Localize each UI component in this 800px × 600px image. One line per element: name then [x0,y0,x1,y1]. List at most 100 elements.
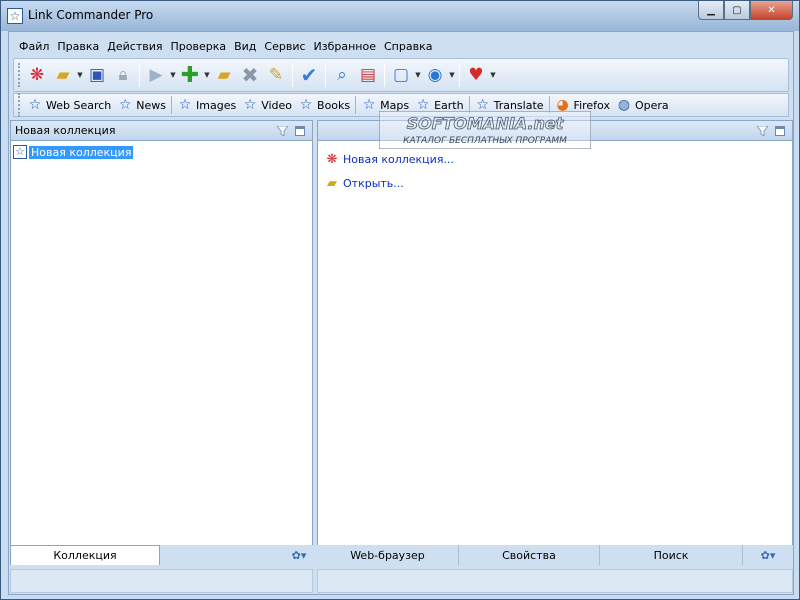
gear-icon[interactable]: ✿▾ [743,545,793,565]
tab-properties[interactable]: Свойства [459,545,600,565]
pane-maximize-icon[interactable] [772,123,788,138]
delete-x-icon: ✖ [241,63,259,87]
play-dropdown[interactable]: ▼ [169,71,177,79]
filter-icon[interactable] [274,123,290,138]
maximize-button[interactable]: ▢ [724,1,750,20]
tree-item-label: Новая коллекция [29,145,134,159]
minimize-button[interactable]: ▁ [698,1,724,20]
open-link-label: Открыть... [343,176,404,190]
open-dropdown[interactable]: ▼ [76,71,84,79]
find-document-icon: ▤ [359,65,377,85]
favorite-dropdown[interactable]: ▼ [489,71,497,79]
find-doc-button[interactable]: ▤ [355,62,381,88]
search-button[interactable]: ⌕ [329,62,355,88]
save-button[interactable]: ▣ [84,62,110,88]
checkmark-icon: ✔ [300,63,318,87]
menu-favorites[interactable]: Избранное [310,40,380,53]
new-collection-icon: ❋ [29,65,45,85]
magnifier-icon: ⌕ [337,65,347,85]
star-icon: ☆ [178,97,192,113]
title-bar[interactable]: ☆ Link Commander Pro ▁ ▢ ✕ [1,1,799,31]
star-icon: ☆ [28,97,42,113]
new-collection-link[interactable]: ❋ Новая коллекция... [324,147,792,171]
link-books[interactable]: ☆ Books [295,97,353,113]
linkbar-separator [171,96,173,114]
tree-item-collection[interactable]: ☆ Новая коллекция [13,145,134,159]
link-label: Maps [380,98,410,112]
star-icon: ☆ [243,97,257,113]
status-bar-right [317,569,793,593]
menu-edit[interactable]: Правка [53,40,103,53]
check-button[interactable]: ✔ [296,62,322,88]
toolbar-separator [325,63,326,87]
add-dropdown[interactable]: ▼ [203,71,211,79]
folder-open-icon: ▰ [327,175,337,191]
link-label: Translate [493,98,544,112]
link-label: Web Search [46,98,112,112]
linkbar-grip[interactable] [18,93,21,117]
toolbar-separator [459,63,460,87]
menu-service[interactable]: Сервис [260,40,309,53]
window-preview-icon: ▢ [392,65,410,85]
collection-pane: Новая коллекция ☆ Новая коллекция [10,120,313,554]
main-toolbar: ❋ ▰ ▼ ▣ 🔒︎ ▶ ▼ ✚ ▼ ▰ ✖ ✎ ✔ ⌕ ▤ ▢ ▼ ◉ ▼ ♥… [13,58,789,92]
link-news[interactable]: ☆ News [114,97,169,113]
preview-button[interactable]: ▢ [388,62,414,88]
link-label: Video [261,98,293,112]
tab-collection[interactable]: Коллекция [10,545,160,565]
window-controls: ▁ ▢ ✕ [698,1,793,21]
toolbar-separator [139,63,140,87]
menu-help[interactable]: Справка [380,40,436,53]
filter-icon[interactable] [754,123,770,138]
link-web-search[interactable]: ☆ Web Search [24,97,114,113]
collection-pane-title: Новая коллекция [15,124,116,137]
menu-actions[interactable]: Действия [103,40,166,53]
lock-icon: 🔒︎ [118,65,128,85]
delete-button[interactable]: ✖ [237,62,263,88]
link-opera[interactable]: ◍ Opera [613,97,672,113]
browser-tabs: Web-браузер Свойства Поиск ✿▾ [317,545,793,565]
toolbar-separator [384,63,385,87]
folder-open-icon: ▰ [56,65,70,85]
menu-check[interactable]: Проверка [166,40,230,53]
link-label: Books [317,98,351,112]
edit-note-icon: ✎ [268,65,284,85]
tab-web-browser[interactable]: Web-браузер [317,545,459,565]
plus-icon: ✚ [180,62,200,88]
status-bar-left [10,569,313,593]
heart-icon: ♥ [468,65,484,85]
link-label: Earth [434,98,464,112]
preview-dropdown[interactable]: ▼ [414,71,422,79]
add-folder-button[interactable]: ▰ [211,62,237,88]
tab-search[interactable]: Поиск [600,545,743,565]
link-video[interactable]: ☆ Video [239,97,295,113]
add-button[interactable]: ✚ [177,62,203,88]
play-button[interactable]: ▶ [143,62,169,88]
link-label: News [136,98,167,112]
open-link[interactable]: ▰ Открыть... [324,171,792,195]
close-button[interactable]: ✕ [750,1,793,20]
toolbar-grip[interactable] [18,63,21,87]
link-images[interactable]: ☆ Images [174,97,239,113]
web-button[interactable]: ◉ [422,62,448,88]
star-icon: ☆ [119,97,132,113]
lock-button[interactable]: 🔒︎ [110,62,136,88]
link-label: Images [196,98,237,112]
edit-button[interactable]: ✎ [263,62,289,88]
web-dropdown[interactable]: ▼ [448,71,456,79]
new-collection-button[interactable]: ❋ [24,62,50,88]
pane-maximize-icon[interactable] [292,123,308,138]
gear-icon[interactable]: ✿▾ [285,545,313,565]
collection-tabs: Коллекция ✿▾ [10,545,313,565]
tab-strip-spacer [160,545,285,565]
menu-file[interactable]: Файл [15,40,53,53]
open-button[interactable]: ▰ [50,62,76,88]
collection-pane-header: Новая коллекция [11,121,312,141]
menu-view[interactable]: Вид [230,40,260,53]
globe-icon: ◉ [427,65,443,85]
window-title: Link Commander Pro [28,8,154,22]
menu-bar: Файл Правка Действия Проверка Вид Сервис… [9,35,793,57]
toolbar-separator [292,63,293,87]
opera-icon: ◍ [617,97,631,113]
favorite-button[interactable]: ♥ [463,62,489,88]
